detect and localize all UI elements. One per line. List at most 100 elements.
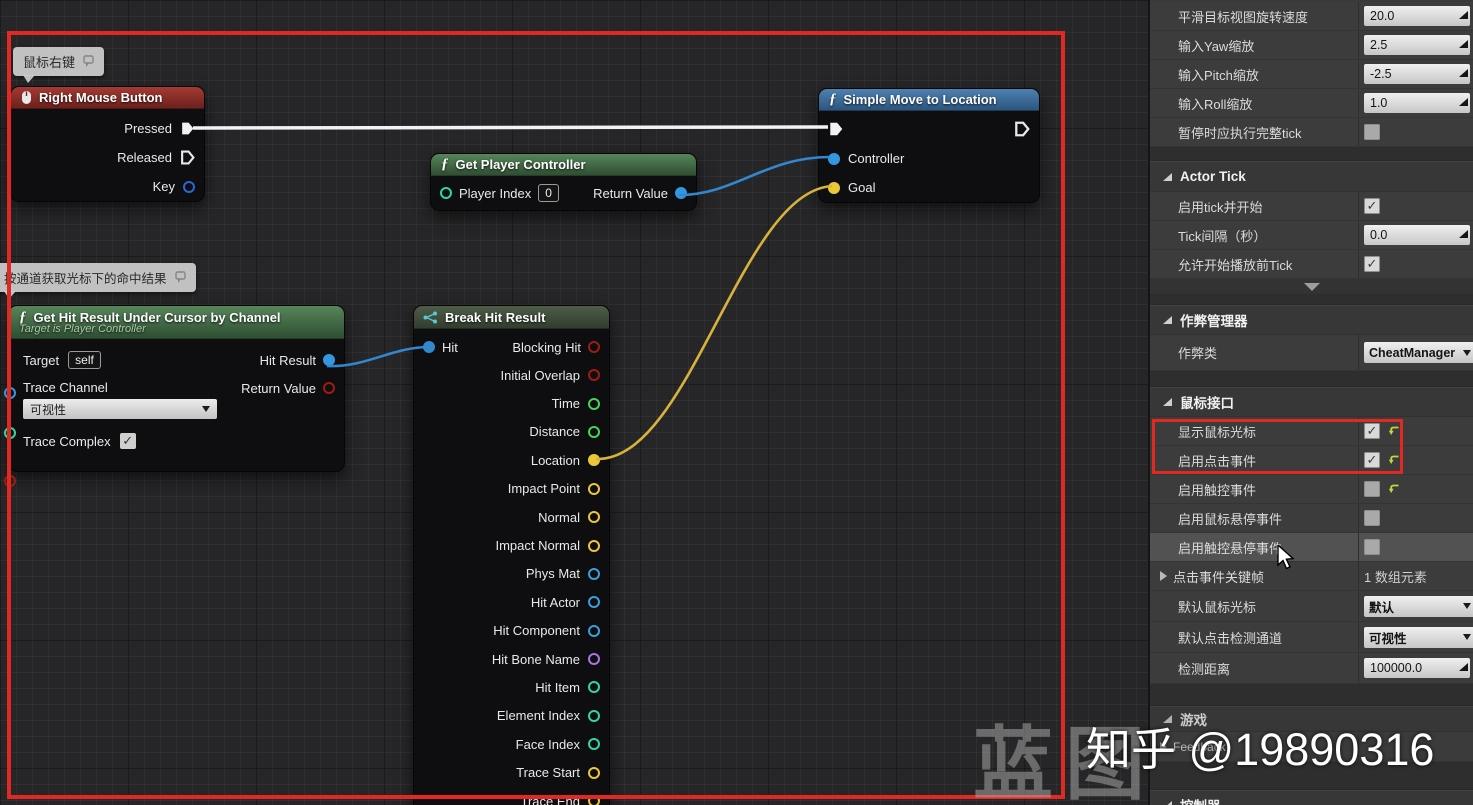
pin-hit-component[interactable] <box>588 624 600 637</box>
property-label: 默认鼠标光标 <box>1150 591 1359 621</box>
property-row-暂停时应执行完整tick[interactable]: 暂停时应执行完整tick <box>1150 118 1473 147</box>
pin-hit-actor[interactable] <box>588 596 600 609</box>
pin-hit-item[interactable] <box>588 681 600 694</box>
reset-to-default-icon[interactable] <box>1388 425 1401 438</box>
pin-time[interactable] <box>588 397 600 410</box>
number-field[interactable]: 20.0 <box>1364 6 1470 26</box>
node-header[interactable]: Right Mouse Button <box>11 87 204 109</box>
pin-initial-overlap[interactable] <box>588 369 600 382</box>
property-row-平滑目标视图旋转速度[interactable]: 平滑目标视图旋转速度 20.0 <box>1150 2 1473 31</box>
pin-location[interactable] <box>588 454 600 467</box>
property-row-启用鼠标悬停事件[interactable]: 启用鼠标悬停事件 <box>1150 504 1473 533</box>
category-header-鼠标接口[interactable]: 鼠标接口 <box>1150 387 1473 417</box>
pin-return-value[interactable] <box>323 382 335 394</box>
property-row-允许开始播放前Tick[interactable]: 允许开始播放前Tick ✓ <box>1150 250 1473 279</box>
dropdown[interactable]: 可视性 <box>1364 626 1473 648</box>
comment-pin-icon[interactable] <box>83 54 94 69</box>
category-header-控制器[interactable]: 控制器 <box>1150 790 1473 805</box>
pin-trace-end[interactable] <box>588 795 600 805</box>
property-row-启用触控事件[interactable]: 启用触控事件 <box>1150 475 1473 504</box>
property-row-点击事件关键帧[interactable]: 点击事件关键帧 1 数组元素 <box>1150 562 1473 591</box>
node-get-player-controller[interactable]: ƒ Get Player Controller Player Index 0 R… <box>430 153 697 211</box>
break-output-row: Face Index <box>414 730 609 758</box>
pin-impact-normal[interactable] <box>588 539 600 552</box>
pin-hit-input[interactable] <box>423 341 435 353</box>
reset-to-default-icon[interactable] <box>1388 483 1401 496</box>
pin-hit-bone-name[interactable] <box>588 653 600 666</box>
trace-complex-checkbox[interactable]: ✓ <box>119 433 136 449</box>
pin-blocking-hit[interactable] <box>588 341 600 353</box>
drag-corner-icon <box>1459 40 1468 48</box>
exec-pin-out[interactable] <box>1014 121 1030 137</box>
reset-to-default-icon[interactable] <box>1388 454 1401 467</box>
pin-normal[interactable] <box>588 511 600 524</box>
pin-player-index[interactable] <box>440 187 452 199</box>
comment-bubble-hit-result[interactable]: 按通道获取光标下的命中结果 <box>0 263 196 299</box>
property-row-启用触控悬停事件[interactable]: 启用触控悬停事件 <box>1150 533 1473 562</box>
number-field[interactable]: 2.5 <box>1364 35 1470 55</box>
expand-arrow-icon[interactable] <box>1160 741 1167 752</box>
pin-goal[interactable] <box>828 181 840 194</box>
number-field[interactable]: -2.5 <box>1364 64 1470 84</box>
player-index-value[interactable]: 0 <box>538 184 559 202</box>
property-row-显示鼠标光标[interactable]: 显示鼠标光标 ✓ <box>1150 417 1473 446</box>
checkbox[interactable] <box>1364 124 1380 140</box>
number-field[interactable]: 1.0 <box>1364 93 1470 113</box>
pin-hit-result[interactable] <box>323 354 335 366</box>
pin-impact-point[interactable] <box>588 482 600 495</box>
target-value[interactable]: self <box>68 351 101 369</box>
section-spacer <box>1150 371 1473 387</box>
number-field[interactable]: 0.0 <box>1364 225 1470 245</box>
dropdown[interactable]: CheatManager <box>1364 342 1473 363</box>
node-break-hit-result[interactable]: Break Hit Result Hit Blocking Hit Initia… <box>413 305 610 805</box>
checkbox[interactable] <box>1364 481 1380 497</box>
checkbox[interactable]: ✓ <box>1364 423 1380 439</box>
advanced-expander[interactable] <box>1150 279 1473 295</box>
category-header-游戏[interactable]: 游戏 <box>1150 706 1473 732</box>
pin-distance[interactable] <box>588 425 600 438</box>
checkbox[interactable] <box>1364 510 1380 526</box>
exec-pin-in[interactable] <box>828 121 844 137</box>
expand-arrow-icon[interactable] <box>1160 571 1167 581</box>
checkbox[interactable]: ✓ <box>1364 198 1380 214</box>
node-simple-move-to-location[interactable]: ƒ Simple Move to Location Controller Goa… <box>818 88 1040 203</box>
node-get-hit-result-under-cursor[interactable]: ƒ Get Hit Result Under Cursor by Channel… <box>4 305 345 487</box>
exec-pin-released[interactable] <box>180 150 195 165</box>
property-row-启用tick并开始[interactable]: 启用tick并开始 ✓ <box>1150 192 1473 221</box>
pin-trace-channel[interactable] <box>4 427 16 439</box>
pin-key[interactable] <box>183 180 195 193</box>
checkbox[interactable]: ✓ <box>1364 256 1380 272</box>
property-row-启用点击事件[interactable]: 启用点击事件 ✓ <box>1150 446 1473 475</box>
category-header-作弊管理器[interactable]: 作弊管理器 <box>1150 305 1473 335</box>
comment-bubble-right-mouse[interactable]: 鼠标右键 <box>13 47 105 83</box>
property-row-输入Pitch缩放[interactable]: 输入Pitch缩放 -2.5 <box>1150 60 1473 89</box>
checkbox[interactable] <box>1364 539 1380 555</box>
property-row-检测距离[interactable]: 检测距离 100000.0 <box>1150 653 1473 684</box>
node-header[interactable]: ƒ Simple Move to Location <box>819 89 1039 111</box>
comment-pin-icon[interactable] <box>174 270 186 285</box>
checkbox[interactable]: ✓ <box>1364 452 1380 468</box>
node-header[interactable]: ƒ Get Player Controller <box>431 154 696 176</box>
category-header-Actor Tick[interactable]: Actor Tick <box>1150 161 1473 192</box>
pin-label: Impact Point <box>507 481 580 497</box>
pin-target[interactable] <box>4 387 16 399</box>
pin-face-index[interactable] <box>588 738 600 751</box>
pin-trace-complex[interactable] <box>4 475 16 487</box>
property-row-默认鼠标光标[interactable]: 默认鼠标光标 默认 <box>1150 591 1473 622</box>
pin-phys-mat[interactable] <box>588 567 600 580</box>
node-right-mouse-button[interactable]: Right Mouse Button Pressed Released Key <box>10 86 205 202</box>
exec-pin-pressed[interactable] <box>180 121 195 136</box>
property-row-输入Yaw缩放[interactable]: 输入Yaw缩放 2.5 <box>1150 31 1473 60</box>
number-field[interactable]: 100000.0 <box>1364 658 1470 678</box>
property-row-默认点击检测通道[interactable]: 默认点击检测通道 可视性 <box>1150 622 1473 653</box>
property-row-Tick间隔（秒）[interactable]: Tick间隔（秒） 0.0 <box>1150 221 1473 250</box>
pin-element-index[interactable] <box>588 709 600 722</box>
property-row-输入Roll缩放[interactable]: 输入Roll缩放 1.0 <box>1150 89 1473 118</box>
pin-trace-start[interactable] <box>588 766 600 779</box>
property-row-作弊类[interactable]: 作弊类 CheatManager <box>1150 335 1473 371</box>
pin-return-value[interactable] <box>675 187 687 199</box>
trace-channel-dropdown[interactable]: 可视性 <box>23 399 217 419</box>
dropdown[interactable]: 默认 <box>1364 595 1473 617</box>
property-row-Feedback[interactable]: Feedback <box>1150 732 1473 762</box>
pin-controller[interactable] <box>828 152 840 165</box>
